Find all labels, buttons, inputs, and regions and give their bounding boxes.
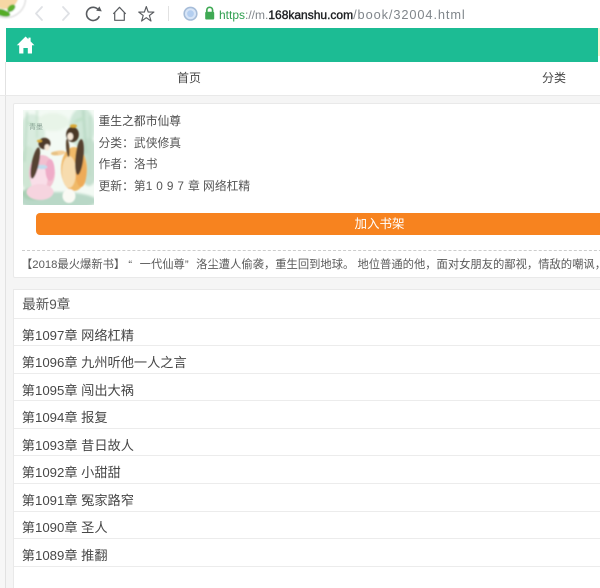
svg-text:青墨: 青墨 xyxy=(29,122,43,131)
